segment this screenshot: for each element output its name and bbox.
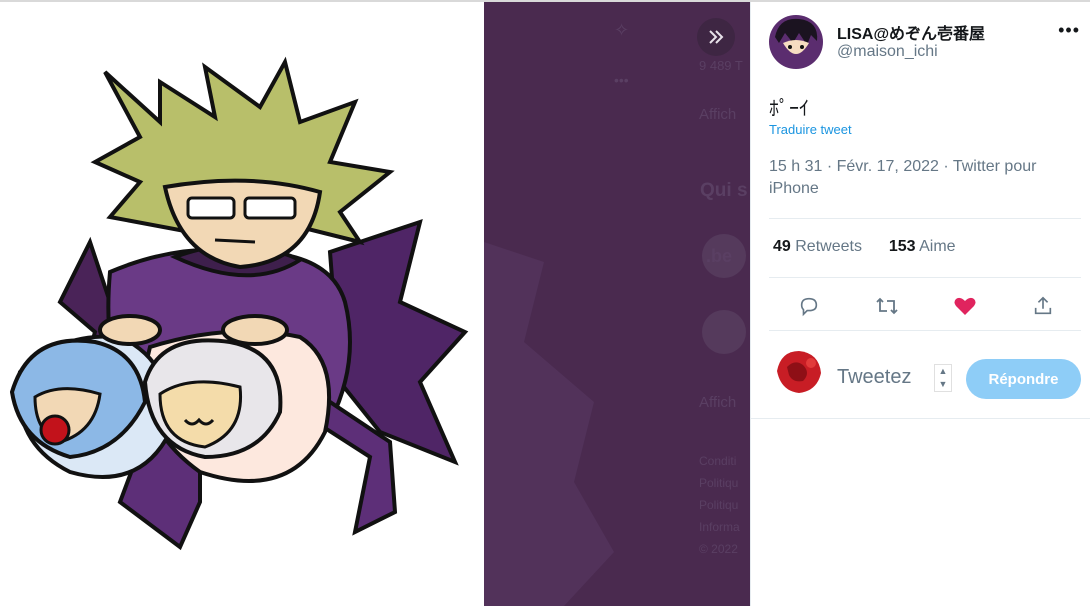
- tweet-metadata: 15 h 31 · Févr. 17, 2022 · Twitter pour …: [769, 156, 1069, 200]
- like-button[interactable]: [945, 290, 985, 322]
- share-button[interactable]: [1023, 290, 1063, 322]
- bg-footer-line: Informa: [699, 520, 740, 534]
- tweet-time[interactable]: 15 h 31: [769, 158, 822, 175]
- double-chevron-right-icon: [709, 30, 724, 44]
- bg-account-avatar-2: [702, 310, 746, 354]
- retweet-button[interactable]: [867, 290, 907, 322]
- share-icon: [1034, 296, 1052, 315]
- divider: [769, 277, 1081, 278]
- bg-who-to-follow: Qui s: [700, 180, 748, 201]
- tweet-image[interactable]: [0, 2, 484, 606]
- tweet-detail-pane: LISA@めぞん壱番屋 @maison_ichi ••• ﾎﾟｰｲ Tradui…: [750, 2, 1090, 606]
- divider: [769, 218, 1081, 219]
- heart-icon: [954, 297, 976, 315]
- sparkle-icon: ✧: [614, 20, 630, 40]
- reply-bubble-icon: [800, 297, 818, 317]
- bg-more-icon: •••: [614, 72, 629, 88]
- reply-button[interactable]: [789, 290, 829, 322]
- bg-footer-line: Politiqu: [699, 476, 739, 490]
- reply-submit-button[interactable]: Répondre: [966, 359, 1081, 399]
- tweet-date[interactable]: Févr. 17, 2022: [837, 158, 939, 175]
- retweets-stat[interactable]: 49 Retweets: [773, 238, 862, 255]
- current-user-avatar[interactable]: [773, 345, 825, 397]
- likes-count: 153: [888, 238, 916, 255]
- author-avatar[interactable]: [769, 15, 823, 69]
- meta-separator: ·: [826, 158, 837, 175]
- tweet-text: ﾎﾟｰｲ: [769, 98, 809, 120]
- reply-input-scroll-stepper[interactable]: ▲ ▼: [934, 364, 952, 392]
- reply-input[interactable]: Tweetez: [837, 366, 911, 389]
- tweet-stats: 49 Retweets 153 Aime: [773, 238, 956, 256]
- divider: [769, 330, 1081, 331]
- bg-show-more-2: Affich: [699, 394, 737, 411]
- bg-account-name: .be: [706, 246, 733, 266]
- author-display-name[interactable]: LISA@めぞん壱番屋: [837, 20, 985, 44]
- bg-footer-line: Politiqu: [699, 498, 739, 512]
- author-handle[interactable]: @maison_ichi: [837, 43, 938, 61]
- meta-separator: ·: [943, 158, 953, 175]
- likes-label: Aime: [919, 238, 956, 255]
- bg-count-text: 9 489 T: [699, 58, 743, 73]
- tweet-actions: [769, 290, 1081, 322]
- retweet-icon: [876, 297, 898, 315]
- retweets-count: 49: [773, 238, 791, 255]
- background-timeline: ✧ 9 489 T ••• Affich Qui s .be Affich Co…: [484, 2, 750, 606]
- likes-stat[interactable]: 153 Aime: [889, 238, 956, 255]
- retweets-label: Retweets: [795, 238, 862, 255]
- bg-artwork-shadow: [484, 242, 614, 606]
- bg-footer-line: Conditi: [699, 454, 737, 468]
- more-horizontal-icon[interactable]: •••: [1058, 20, 1080, 41]
- media-viewer: ✧ 9 489 T ••• Affich Qui s .be Affich Co…: [0, 2, 750, 606]
- bg-show-more: Affich: [699, 106, 737, 123]
- divider: [751, 418, 1090, 419]
- expand-button[interactable]: [697, 18, 735, 56]
- translate-tweet-link[interactable]: Traduire tweet: [769, 122, 852, 137]
- bg-footer-line: © 2022: [699, 542, 738, 556]
